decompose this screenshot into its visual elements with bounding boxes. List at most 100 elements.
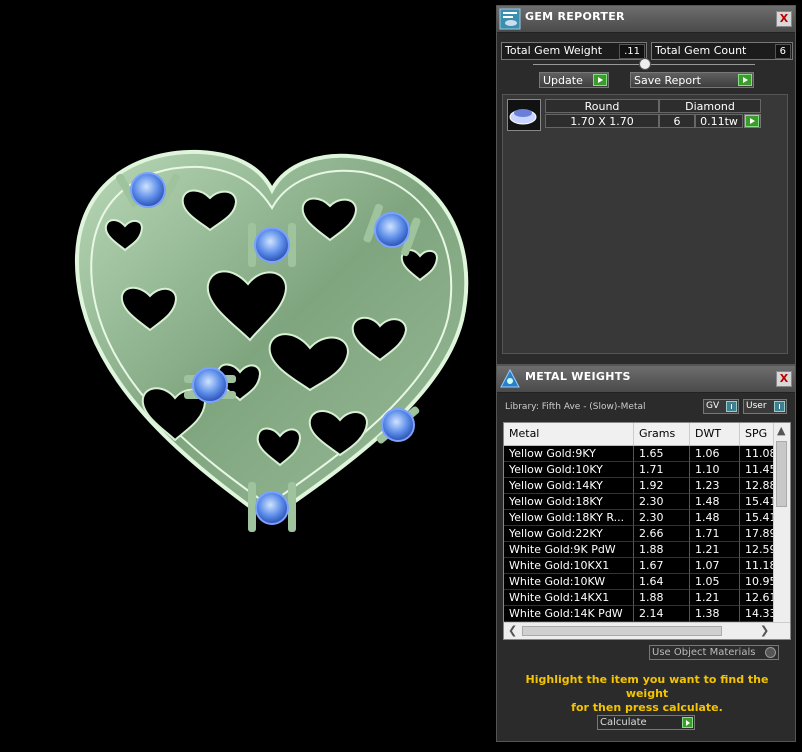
cell-grams: 1.64 [634,574,690,590]
total-gem-count-label: Total Gem Count [655,44,747,57]
play-arrow-icon [682,717,693,728]
gem-reporter-panel: GEM REPORTER X Total Gem Weight .11 Tota… [496,5,796,365]
cell-dwt: 1.38 [690,606,740,622]
gv-toggle-label: GV [706,401,720,411]
total-gem-weight-value: .11 [619,44,645,59]
update-button[interactable]: Update [539,72,609,88]
column-header-metal[interactable]: Metal [504,423,634,445]
gem-count-cell: 6 [659,114,695,128]
instruction-text: Highlight the item you want to find the … [507,673,787,715]
cell-dwt: 1.21 [690,590,740,606]
cell-dwt: 1.07 [690,558,740,574]
round-diamond-icon [509,109,537,125]
cell-dwt: 1.10 [690,462,740,478]
toggle-icon [774,401,785,412]
instruction-line-2: for then press calculate. [571,701,723,714]
cell-spg: 10.95 [740,574,774,590]
scroll-right-icon[interactable]: ❯ [760,624,769,637]
cell-dwt: 1.48 [690,510,740,526]
cell-spg: 11.18 [740,558,774,574]
horizontal-scroll-thumb[interactable] [522,626,722,636]
use-object-materials-label: Use Object Materials [652,647,756,658]
play-arrow-icon [593,74,607,86]
table-row[interactable]: White Gold:14K PdW 2.14 1.38 14.33 [504,606,774,622]
table-row[interactable]: Yellow Gold:22KY 2.66 1.71 17.89 [504,526,774,542]
cell-spg: 15.41 [740,510,774,526]
table-header: Metal Grams DWT SPG [504,423,774,446]
column-header-spg[interactable]: SPG [740,423,774,445]
cell-metal: Yellow Gold:22KY [504,526,634,542]
gem-weight-cell: 0.11tw [695,114,743,128]
3d-viewport[interactable] [0,0,496,752]
column-header-grams[interactable]: Grams [634,423,690,445]
cell-dwt: 1.23 [690,478,740,494]
calculate-button[interactable]: Calculate [597,715,695,730]
table-row[interactable]: Yellow Gold:18KY R... 2.30 1.48 15.41 [504,510,774,526]
save-report-button[interactable]: Save Report [630,72,754,88]
cell-spg: 12.88 [740,478,774,494]
metal-weights-titlebar[interactable]: METAL WEIGHTS X [497,366,795,393]
vertical-scrollbar[interactable]: ▲ [773,423,790,623]
gem-reporter-title: GEM REPORTER [525,10,625,23]
table-row[interactable]: White Gold:10KW 1.64 1.05 10.95 [504,574,774,590]
gem-reporter-icon [499,8,521,30]
instruction-line-1: Highlight the item you want to find the … [525,673,769,700]
table-row[interactable]: White Gold:9K PdW 1.88 1.21 12.59 [504,542,774,558]
cell-dwt: 1.71 [690,526,740,542]
metal-weights-icon [500,368,520,388]
cell-grams: 1.67 [634,558,690,574]
cell-grams: 1.65 [634,446,690,462]
panel-slider-knob[interactable] [639,58,651,70]
table-row[interactable]: Yellow Gold:14KY 1.92 1.23 12.88 [504,478,774,494]
metal-weights-title: METAL WEIGHTS [525,370,631,383]
use-object-materials-toggle[interactable]: Use Object Materials [649,645,779,660]
gem-shape-cell: Round [545,99,659,113]
metal-weights-panel: METAL WEIGHTS X Library: Fifth Ave - (Sl… [496,365,796,742]
cell-grams: 2.14 [634,606,690,622]
cell-spg: 17.89 [740,526,774,542]
cell-spg: 15.41 [740,494,774,510]
cell-metal: White Gold:9K PdW [504,542,634,558]
scroll-left-icon[interactable]: ❮ [508,624,517,637]
scroll-up-icon[interactable]: ▲ [777,424,785,437]
gem-reporter-close-button[interactable]: X [776,11,792,27]
gem-size-cell: 1.70 X 1.70 [545,114,659,128]
cell-metal: White Gold:14K PdW [504,606,634,622]
radio-icon [765,647,776,658]
metal-weights-close-button[interactable]: X [776,371,792,387]
cell-dwt: 1.06 [690,446,740,462]
gem-reporter-titlebar[interactable]: GEM REPORTER X [497,6,795,33]
horizontal-scrollbar[interactable]: ❮ ❯ [504,622,790,639]
table-row[interactable]: Yellow Gold:10KY 1.71 1.10 11.45 [504,462,774,478]
table-row[interactable]: White Gold:10KX1 1.67 1.07 11.18 [504,558,774,574]
cell-dwt: 1.48 [690,494,740,510]
cell-grams: 1.71 [634,462,690,478]
gem-row-expand-button[interactable] [744,114,761,128]
vertical-scroll-thumb[interactable] [776,441,787,507]
heart-pendant-render [74,149,469,532]
cell-dwt: 1.05 [690,574,740,590]
cell-grams: 2.30 [634,510,690,526]
total-gem-weight-field: Total Gem Weight .11 [501,42,647,60]
cell-grams: 1.92 [634,478,690,494]
cell-spg: 14.33 [740,606,774,622]
cell-spg: 11.45 [740,462,774,478]
gem-thumbnail[interactable] [507,99,541,131]
play-arrow-icon [745,115,759,127]
total-gem-weight-label: Total Gem Weight [505,44,603,57]
toggle-icon [726,401,737,412]
table-row[interactable]: White Gold:14KX1 1.88 1.21 12.61 [504,590,774,606]
column-header-dwt[interactable]: DWT [690,423,740,445]
user-toggle[interactable]: User [743,399,787,414]
cell-metal: Yellow Gold:10KY [504,462,634,478]
cell-metal: Yellow Gold:9KY [504,446,634,462]
cell-grams: 2.66 [634,526,690,542]
table-row[interactable]: Yellow Gold:9KY 1.65 1.06 11.08 [504,446,774,462]
save-report-button-label: Save Report [634,74,701,87]
gv-toggle[interactable]: GV [703,399,739,414]
cell-metal: Yellow Gold:18KY R... [504,510,634,526]
cell-spg: 11.08 [740,446,774,462]
cell-metal: White Gold:10KW [504,574,634,590]
table-row[interactable]: Yellow Gold:18KY 2.30 1.48 15.41 [504,494,774,510]
cell-grams: 1.88 [634,542,690,558]
